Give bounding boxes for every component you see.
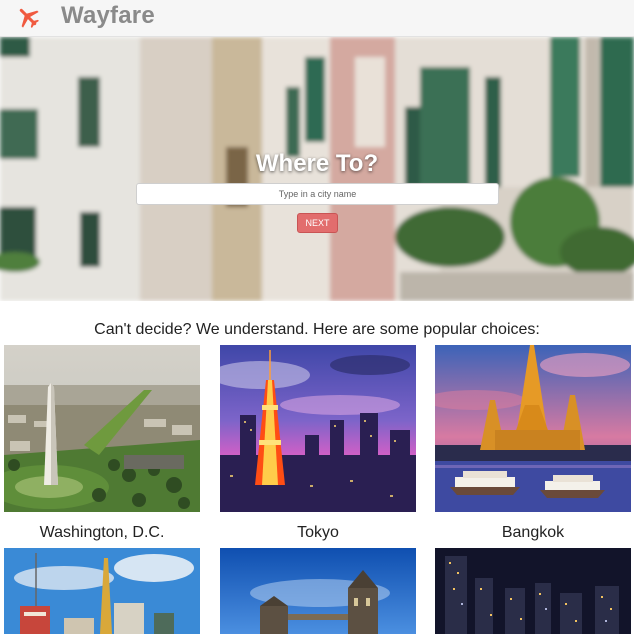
- hero-title: Where To?: [255, 150, 379, 177]
- choice-label-washington[interactable]: Washington, D.C.: [4, 523, 200, 543]
- bangkok-photo[interactable]: [435, 345, 631, 512]
- choice-label-bangkok[interactable]: Bangkok: [435, 523, 631, 543]
- city-search-input[interactable]: [136, 183, 499, 205]
- choice-label-tokyo[interactable]: Tokyo: [220, 523, 416, 543]
- choice-photo-6[interactable]: [435, 548, 631, 634]
- airplane-icon[interactable]: [15, 4, 41, 30]
- navbar: Wayfare: [0, 0, 634, 37]
- choice-photo-5[interactable]: [220, 548, 416, 634]
- hero-section: Where To? NEXT: [0, 37, 634, 301]
- brand-name[interactable]: Wayfare: [61, 1, 155, 31]
- popular-choices-heading: Can't decide? We understand. Here are so…: [94, 321, 540, 338]
- washington-photo[interactable]: [4, 345, 200, 512]
- tokyo-photo[interactable]: [220, 345, 416, 512]
- next-button[interactable]: NEXT: [297, 213, 338, 233]
- choice-photo-4[interactable]: [4, 548, 200, 634]
